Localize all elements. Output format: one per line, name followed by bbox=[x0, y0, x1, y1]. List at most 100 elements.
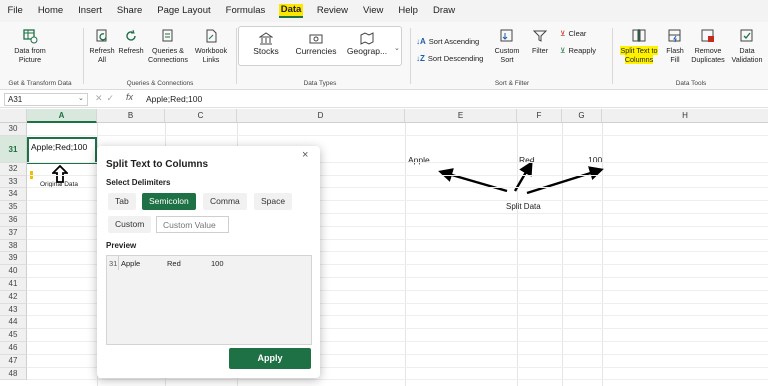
filter-icon bbox=[532, 30, 548, 42]
row-header-44[interactable]: 44 bbox=[0, 316, 27, 330]
menu-home[interactable]: Home bbox=[30, 0, 70, 22]
geography-button[interactable]: Geograp... bbox=[344, 32, 390, 56]
menu-help[interactable]: Help bbox=[391, 0, 426, 22]
picture-table-icon bbox=[23, 29, 38, 44]
bank-icon bbox=[259, 32, 273, 45]
reapply-button[interactable]: ⊻ Reapply bbox=[560, 46, 596, 55]
clear-button[interactable]: ⊻ Clear bbox=[560, 29, 586, 38]
cell-e31-value: Apple bbox=[408, 155, 430, 165]
row-header-47[interactable]: 47 bbox=[0, 354, 27, 368]
name-box-chevron-down-icon[interactable]: ⌄ bbox=[78, 94, 84, 102]
row-header-35[interactable]: 35 bbox=[0, 201, 27, 214]
row-header-37[interactable]: 37 bbox=[0, 226, 27, 240]
preview-cell-2: Red bbox=[167, 259, 181, 268]
queries-connections-button[interactable]: Queries & Connections bbox=[148, 28, 188, 64]
group-title-data-types: Data Types bbox=[303, 80, 337, 87]
delimiter-semicolon[interactable]: Semicolon bbox=[142, 193, 196, 210]
row-header-43[interactable]: 43 bbox=[0, 303, 27, 317]
row-header-46[interactable]: 46 bbox=[0, 342, 27, 355]
custom-sort-label-1: Custom bbox=[494, 46, 520, 55]
menu-insert[interactable]: Insert bbox=[71, 0, 110, 22]
menu-share[interactable]: Share bbox=[109, 0, 149, 22]
group-title-queries: Queries & Connections bbox=[126, 80, 194, 87]
column-header-h[interactable]: H bbox=[602, 109, 768, 123]
menu-review[interactable]: Review bbox=[309, 0, 355, 22]
currencies-button[interactable]: Currencies bbox=[292, 32, 340, 56]
column-header-e[interactable]: E bbox=[405, 109, 517, 123]
workbook-links-label-2: Links bbox=[202, 55, 220, 64]
menu-draw[interactable]: Draw bbox=[425, 0, 462, 22]
filter-button[interactable]: Filter bbox=[528, 28, 552, 55]
delimiter-comma[interactable]: Comma bbox=[203, 193, 247, 210]
column-header-d[interactable]: D bbox=[237, 109, 405, 123]
row-header-41[interactable]: 41 bbox=[0, 278, 27, 291]
split-text-dialog: Split Text to Columns × Select Delimiter… bbox=[97, 146, 320, 378]
menu-file[interactable]: File bbox=[0, 0, 30, 22]
reapply-label: Reapply bbox=[568, 46, 597, 55]
sort-descending-label: Sort Descending bbox=[427, 54, 484, 63]
workbook-links-icon bbox=[206, 29, 217, 43]
stocks-button[interactable]: Stocks bbox=[246, 32, 286, 56]
formula-bar: A31 ⌄ ✕✓ fx Apple;Red;100 bbox=[0, 91, 768, 108]
sort-descending-button[interactable]: ↓Z Sort Descending bbox=[416, 54, 483, 63]
stocks-label: Stocks bbox=[253, 46, 279, 56]
row-header-39[interactable]: 39 bbox=[0, 252, 27, 266]
row-header-30[interactable]: 30 bbox=[0, 123, 27, 136]
row-header-33[interactable]: 33 bbox=[0, 175, 27, 189]
row-header-32[interactable]: 32 bbox=[0, 162, 27, 176]
menu-formulas[interactable]: Formulas bbox=[218, 0, 273, 22]
column-header-a[interactable]: A bbox=[27, 109, 97, 123]
data-validation-label-1: Data bbox=[739, 46, 755, 55]
group-queries: Refresh All Refresh Queries & Connection… bbox=[86, 22, 234, 90]
remove-duplicates-button[interactable]: Remove Duplicates bbox=[688, 28, 728, 64]
menu-view[interactable]: View bbox=[355, 0, 390, 22]
delimiter-space[interactable]: Space bbox=[254, 193, 293, 210]
function-icon[interactable]: fx bbox=[126, 92, 133, 102]
row-header-34[interactable]: 34 bbox=[0, 188, 27, 202]
column-header-f[interactable]: F bbox=[517, 109, 562, 123]
name-box[interactable]: A31 bbox=[4, 93, 88, 106]
refresh-all-button[interactable]: Refresh All bbox=[89, 28, 115, 64]
close-icon[interactable]: × bbox=[302, 149, 308, 161]
split-text-to-columns-button[interactable]: Split Text to Columns bbox=[616, 28, 662, 64]
row-header-45[interactable]: 45 bbox=[0, 329, 27, 342]
menu-page-layout[interactable]: Page Layout bbox=[150, 0, 218, 22]
formula-content[interactable]: Apple;Red;100 bbox=[146, 94, 202, 104]
selected-cell-a31[interactable]: Apple;Red;100 bbox=[27, 137, 97, 164]
column-header-g[interactable]: G bbox=[562, 109, 602, 123]
custom-value-input[interactable] bbox=[156, 216, 229, 233]
column-header-b[interactable]: B bbox=[97, 109, 165, 123]
row-header-36[interactable]: 36 bbox=[0, 214, 27, 227]
data-validation-button[interactable]: Data Validation bbox=[730, 28, 764, 64]
row-header-42[interactable]: 42 bbox=[0, 290, 27, 304]
refresh-all-label-2: All bbox=[98, 55, 106, 64]
row-header-40[interactable]: 40 bbox=[0, 265, 27, 278]
chevron-down-icon[interactable]: ⌄ bbox=[394, 44, 400, 52]
group-data-tools: Split Text to Columns Flash Fill Remove … bbox=[614, 22, 768, 90]
row-header-38[interactable]: 38 bbox=[0, 239, 27, 253]
workbook-links-button[interactable]: Workbook Links bbox=[192, 28, 230, 64]
row-header-31[interactable]: 31 bbox=[0, 135, 27, 163]
select-all-corner[interactable] bbox=[0, 109, 27, 123]
currency-icon bbox=[309, 34, 323, 44]
delimiter-tab[interactable]: Tab bbox=[108, 193, 136, 210]
row-gridline bbox=[27, 134, 768, 136]
flash-fill-button[interactable]: Flash Fill bbox=[664, 28, 686, 64]
remove-duplicates-label-2: Duplicates bbox=[691, 55, 725, 64]
delimiter-custom[interactable]: Custom bbox=[108, 216, 152, 233]
menu-data[interactable]: Data bbox=[278, 4, 304, 18]
column-header-c[interactable]: C bbox=[165, 109, 237, 123]
filter-label: Filter bbox=[532, 46, 548, 55]
cancel-confirm-icons[interactable]: ✕✓ bbox=[95, 93, 118, 104]
refresh-button[interactable]: Refresh bbox=[118, 28, 144, 55]
apply-button[interactable]: Apply bbox=[229, 348, 311, 369]
row-header-48[interactable]: 48 bbox=[0, 367, 27, 381]
group-sort-filter: ↓A Sort Ascending ↓Z Sort Descending Cus… bbox=[412, 22, 612, 90]
custom-sort-button[interactable]: Custom Sort bbox=[492, 28, 522, 64]
group-data-types: Stocks Currencies Geograp... ⌄ Data Type… bbox=[238, 22, 408, 90]
sort-ascending-button[interactable]: ↓A Sort Ascending bbox=[416, 37, 479, 46]
remove-duplicates-label-1: Remove bbox=[694, 46, 722, 55]
data-from-picture-button[interactable]: Data from Picture bbox=[10, 28, 50, 64]
data-from-picture-label-2: Picture bbox=[18, 55, 42, 64]
queries-connections-label-1: Queries & bbox=[152, 46, 184, 55]
